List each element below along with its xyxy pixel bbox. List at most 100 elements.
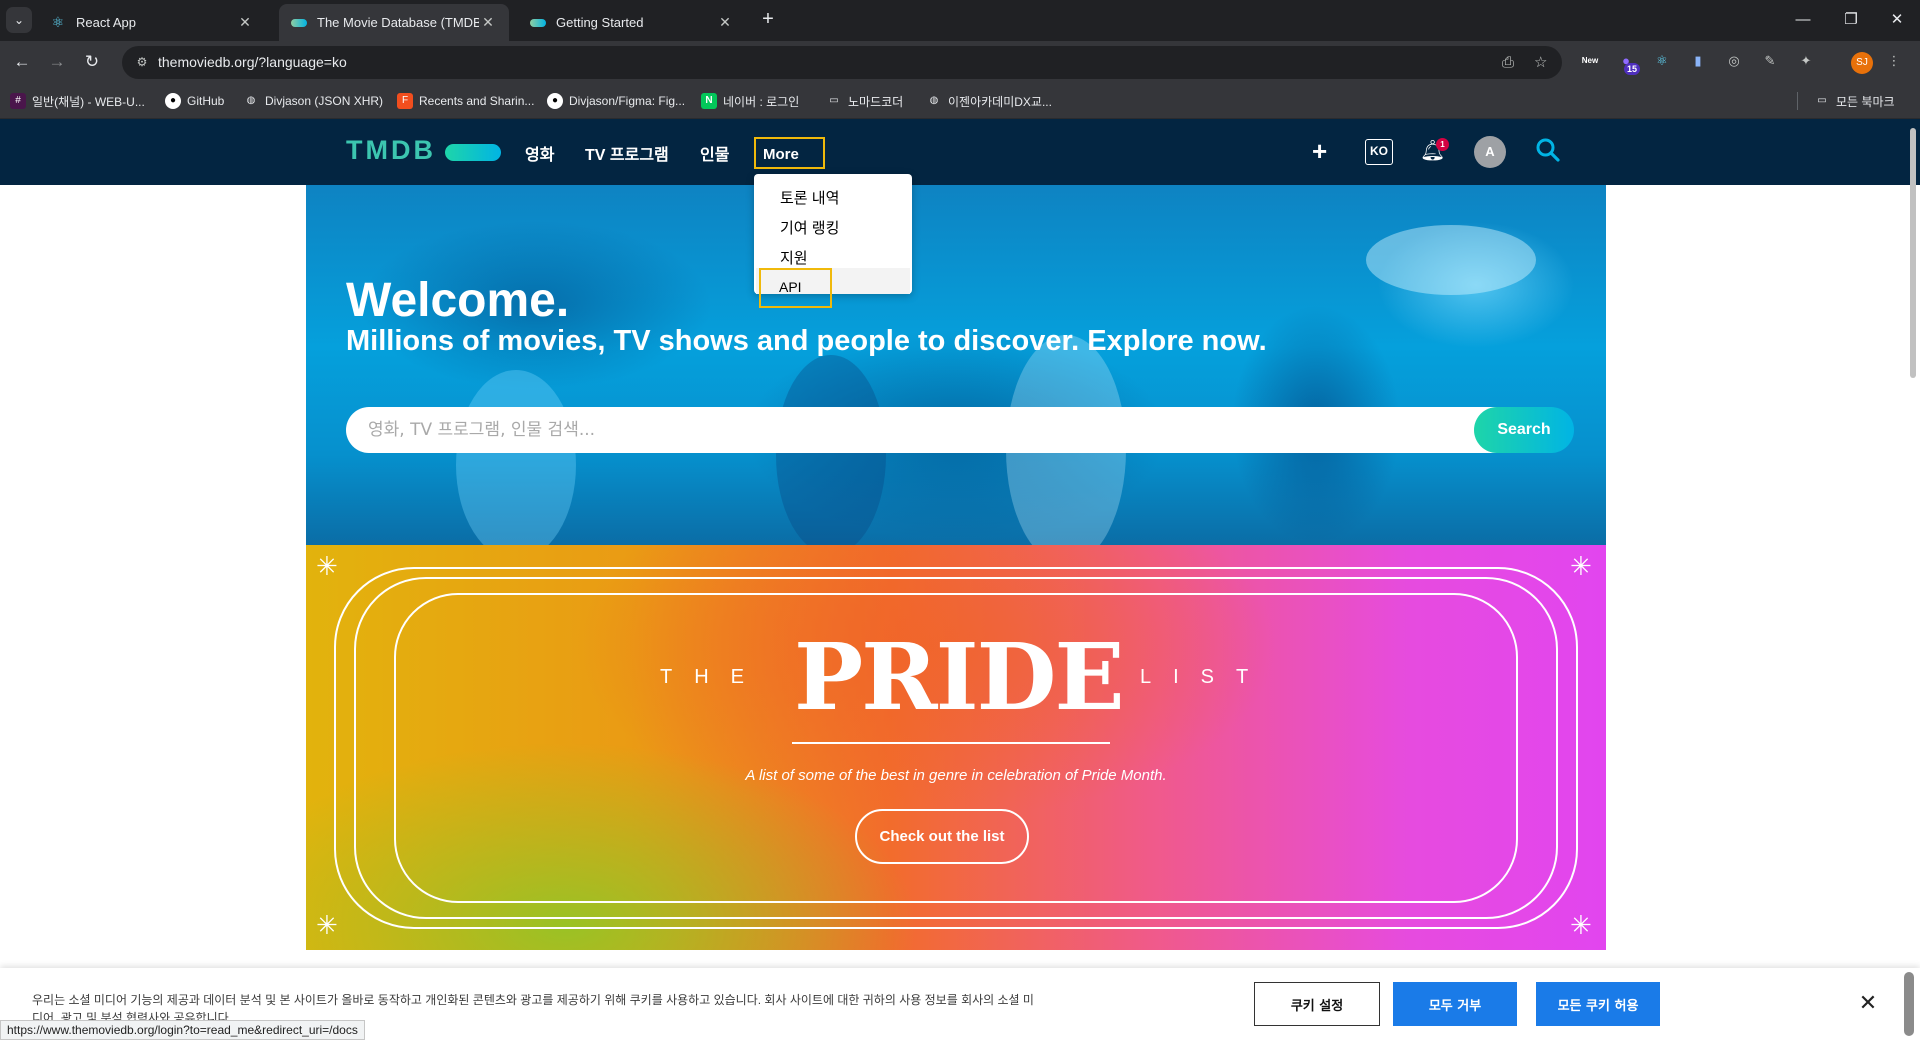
tmdb-icon — [530, 15, 546, 31]
menu-item-leaderboard[interactable]: 기여 랭킹 — [780, 217, 839, 238]
nav-movies[interactable]: 영화 — [525, 141, 554, 165]
bookmark-label: GitHub — [187, 94, 225, 108]
bookmark-item[interactable]: F Recents and Sharin... — [397, 91, 534, 111]
tmdb-icon — [291, 15, 307, 31]
extensions-icon[interactable]: ✦ — [1796, 51, 1816, 71]
tab-title: React App — [76, 15, 136, 30]
close-tab-icon[interactable]: ✕ — [236, 14, 254, 31]
tab-title: The Movie Database (TMDB) — [317, 15, 479, 30]
close-tab-icon[interactable]: ✕ — [716, 14, 734, 31]
browser-menu-icon[interactable]: ⋮ — [1884, 51, 1904, 71]
all-bookmarks-folder[interactable]: ▭ 모든 북마크 — [1814, 91, 1895, 111]
tab-search-icon[interactable]: ⌄ — [6, 7, 32, 33]
check-out-list-button[interactable]: Check out the list — [855, 809, 1029, 864]
back-icon[interactable]: ← — [10, 50, 34, 74]
sparkle-icon: ✳ — [316, 551, 338, 581]
tab-tmdb[interactable]: The Movie Database (TMDB) ✕ — [279, 4, 509, 41]
github-icon: ● — [547, 93, 563, 109]
bookmark-item[interactable]: ◍ Divjason (JSON XHR) — [243, 91, 383, 111]
reject-all-button[interactable]: 모두 거부 — [1393, 982, 1517, 1026]
react-icon: ⚛ — [51, 14, 65, 30]
tab-getting-started[interactable]: Getting Started ✕ — [518, 4, 746, 41]
nav-more[interactable]: More — [754, 137, 825, 169]
site-info-icon[interactable]: ⚙ — [134, 54, 150, 70]
pride-list: LIST — [1140, 666, 1271, 688]
ext-pen-icon[interactable]: ✎ — [1760, 51, 1780, 71]
pride-underline — [792, 742, 1110, 744]
bookmark-label: 일반(채널) - WEB-U... — [32, 94, 145, 109]
bookmark-item[interactable]: ◍ 이젠아카데미DX교... — [926, 91, 1052, 111]
bookmark-folder[interactable]: ▭ 노마드코더 — [826, 91, 903, 111]
search-icon[interactable] — [1535, 137, 1561, 168]
forward-icon[interactable]: → — [45, 50, 69, 74]
tmdb-logo[interactable]: TMDB — [346, 135, 436, 166]
accept-all-button[interactable]: 모든 쿠키 허용 — [1536, 982, 1660, 1026]
folder-icon: ▭ — [1817, 95, 1827, 106]
folder-icon: ▭ — [829, 95, 839, 106]
minimize-icon[interactable]: — — [1780, 8, 1826, 32]
bookmark-label: Recents and Sharin... — [419, 94, 535, 108]
bookmark-item[interactable]: # 일반(채널) - WEB-U... — [10, 91, 145, 111]
bookmark-item[interactable]: N 네이버 : 로그인 — [701, 91, 799, 111]
bookmark-label: Divjason (JSON XHR) — [265, 94, 384, 108]
hero-search-bar: Search — [346, 407, 1574, 453]
restore-icon[interactable]: ❐ — [1828, 8, 1874, 32]
pride-title: PRIDE — [794, 623, 1125, 731]
ext-count-badge: 15 — [1624, 63, 1641, 75]
hero-umbrella — [1366, 225, 1536, 295]
user-avatar[interactable]: A — [1474, 136, 1506, 168]
tmdb-logo-pill[interactable] — [445, 144, 501, 161]
naver-icon: N — [701, 93, 717, 109]
notification-badge: 1 — [1436, 138, 1449, 151]
new-tab-icon[interactable]: + — [757, 9, 779, 31]
tab-title: Getting Started — [556, 15, 644, 30]
react-devtools-icon[interactable]: ⚛ — [1652, 51, 1672, 71]
menu-item-discussions[interactable]: 토론 내역 — [780, 187, 839, 208]
nav-people[interactable]: 인물 — [700, 141, 729, 165]
status-bar-url: https://www.themoviedb.org/login?to=read… — [0, 1020, 365, 1040]
globe-icon: ◍ — [929, 95, 939, 106]
tab-react-app[interactable]: ⚛ React App ✕ — [38, 4, 266, 41]
url-text: themoviedb.org/?language=ko — [158, 54, 347, 70]
language-button[interactable]: KO — [1365, 139, 1393, 165]
reload-icon[interactable]: ↻ — [80, 50, 104, 74]
site-header: TMDB 영화 TV 프로그램 인물 — [0, 119, 1920, 185]
menu-item-support[interactable]: 지원 — [780, 247, 808, 268]
hero-section: Welcome. Millions of movies, TV shows an… — [306, 185, 1606, 545]
install-app-icon[interactable]: ⎙ — [1502, 54, 1514, 71]
cookie-settings-button[interactable]: 쿠키 설정 — [1254, 982, 1380, 1026]
nav-tv[interactable]: TV 프로그램 — [585, 141, 669, 165]
sparkle-icon: ✳ — [1570, 910, 1592, 940]
bookmark-star-icon[interactable]: ☆ — [1534, 54, 1547, 71]
add-icon[interactable]: + — [1312, 138, 1327, 164]
bookmark-label: 노마드코더 — [848, 94, 904, 109]
address-bar[interactable]: ⚙ themoviedb.org/?language=ko ⎙ ☆ — [122, 46, 1562, 79]
window-close-icon[interactable]: ✕ — [1874, 8, 1920, 32]
bookmark-label: 이젠아카데미DX교... — [948, 94, 1052, 109]
pride-the: THE — [660, 666, 766, 688]
ext-new-icon[interactable]: New — [1580, 57, 1600, 77]
browser-tab-strip: ⌄ ⚛ React App ✕ The Movie Database (TMDB… — [0, 0, 1920, 41]
search-input[interactable] — [368, 407, 1368, 453]
github-icon: ● — [165, 93, 181, 109]
pride-banner: ✳ ✳ ✳ ✳ THE PRIDE LIST A list of some of… — [306, 545, 1606, 950]
menu-item-api[interactable]: API — [779, 279, 802, 295]
nav-more-label: More — [763, 146, 799, 163]
bookmark-label: 네이버 : 로그인 — [723, 94, 800, 109]
profile-avatar[interactable]: SJ — [1851, 52, 1873, 74]
cookie-scrollbar[interactable] — [1904, 972, 1914, 1036]
ext-doc-icon[interactable]: ▮ — [1688, 51, 1708, 71]
hero-title: Welcome. — [346, 274, 570, 327]
bookmark-label: 모든 북마크 — [1836, 94, 1895, 109]
pride-subtitle: A list of some of the best in genre in c… — [745, 767, 1167, 784]
close-tab-icon[interactable]: ✕ — [479, 14, 497, 31]
figma-icon: F — [397, 93, 413, 109]
bookmark-item[interactable]: ● GitHub — [165, 91, 224, 111]
search-button[interactable]: Search — [1474, 407, 1574, 453]
page-scrollbar[interactable] — [1910, 128, 1916, 378]
close-icon[interactable]: ✕ — [1858, 990, 1878, 1015]
bookmarks-bar: # 일반(채널) - WEB-U... ● GitHub ◍ Divjason … — [0, 83, 1920, 119]
bookmark-item[interactable]: ● Divjason/Figma: Fig... — [547, 91, 685, 111]
slack-icon: # — [10, 93, 26, 109]
ext-target-icon[interactable]: ◎ — [1724, 51, 1744, 71]
